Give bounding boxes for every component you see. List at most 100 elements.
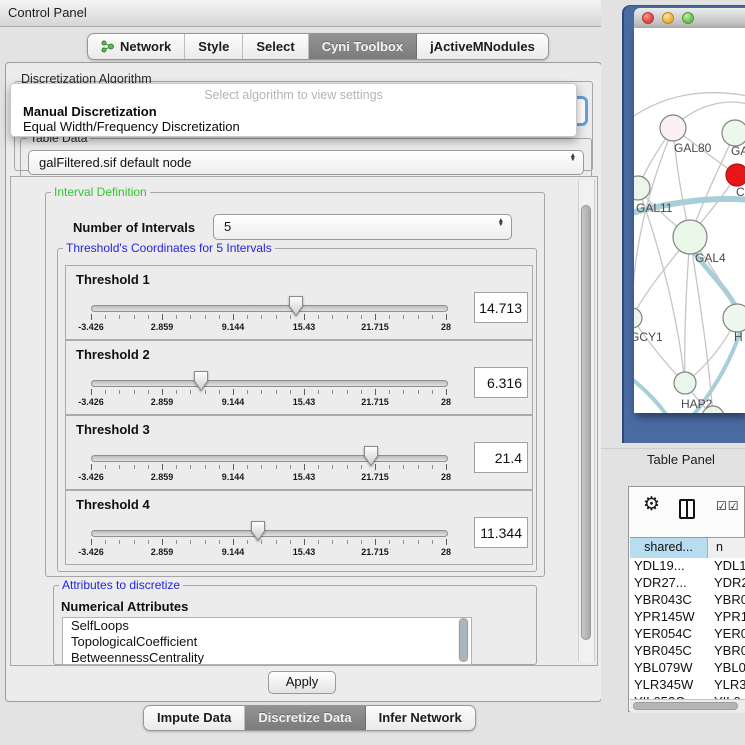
table-horizontal-scrollbar[interactable] <box>630 699 745 713</box>
column-header-name[interactable]: n <box>708 538 745 558</box>
combo-arrows-icon: ▲▼ <box>570 154 576 162</box>
menu-item-manual-discretization[interactable]: Manual Discretization <box>23 104 157 119</box>
control-panel-window: Control Panel ✖ Network Style Select Cyn… <box>0 0 745 745</box>
slider-thumb[interactable] <box>250 520 266 542</box>
tick <box>148 465 149 469</box>
tick <box>361 465 362 469</box>
tick <box>375 539 376 545</box>
select-columns-icon[interactable]: ☑☑ <box>716 499 740 513</box>
network-node[interactable] <box>723 304 745 332</box>
scrollbar-thumb[interactable] <box>633 702 738 710</box>
network-node[interactable] <box>673 220 707 254</box>
table-row[interactable]: YPR145WYPR1 <box>630 609 745 626</box>
attributes-list-scrollbar[interactable] <box>458 618 469 662</box>
zoom-traffic-light-icon[interactable] <box>682 12 694 24</box>
threshold-value-field[interactable]: 21.4 <box>474 442 528 473</box>
tick <box>261 315 262 319</box>
threshold-2-slider[interactable]: -3.4262.8599.14415.4321.71528 <box>91 341 446 414</box>
network-node[interactable] <box>674 372 696 394</box>
tick-label: 2.859 <box>151 472 174 482</box>
threshold-value-field[interactable]: 6.316 <box>474 367 528 398</box>
number-of-intervals-combobox[interactable]: 5 ▲▼ <box>213 214 512 240</box>
table-cell: YBR045C <box>630 643 707 660</box>
table-row[interactable]: YBR045CYBR0 <box>630 643 745 660</box>
menu-item-equal-width-frequency[interactable]: Equal Width/Frequency Discretization <box>23 119 240 134</box>
tab-infer-network[interactable]: Infer Network <box>366 706 475 730</box>
table-cell: YBR043C <box>630 592 707 609</box>
slider-thumb[interactable] <box>288 295 304 317</box>
table-row[interactable]: YDR27...YDR2 <box>630 575 745 592</box>
numerical-attributes-list[interactable]: SelfLoopsTopologicalCoefficientBetweenne… <box>62 617 472 665</box>
tab-style[interactable]: Style <box>185 34 243 59</box>
tick <box>318 390 319 394</box>
tick <box>134 465 135 469</box>
gear-icon[interactable]: ⚙ <box>643 495 660 515</box>
table-row[interactable]: YBR043CYBR0 <box>630 592 745 609</box>
table-rows[interactable]: YDL19...YDL1YDR27...YDR2YBR043CYBR0YPR14… <box>630 558 745 699</box>
algorithm-dropdown-popup: Select algorithm to view settings Manual… <box>10 83 577 137</box>
tick <box>119 390 120 394</box>
tick-label: -3.426 <box>78 322 104 332</box>
tick <box>418 390 419 394</box>
tick <box>446 464 447 470</box>
network-node[interactable] <box>726 164 745 186</box>
table-data-combobox-value: galFiltered.sif default node <box>39 151 191 174</box>
tick <box>389 540 390 544</box>
tick <box>233 464 234 470</box>
tick <box>304 464 305 470</box>
minimize-traffic-light-icon[interactable] <box>662 12 674 24</box>
threshold-1-slider[interactable]: -3.4262.8599.14415.4321.71528 <box>91 266 446 339</box>
slider-thumb[interactable] <box>363 445 379 467</box>
table-cell: YBR0 <box>707 592 745 609</box>
attribute-item[interactable]: SelfLoops <box>63 618 471 634</box>
tick-label: 9.144 <box>222 547 245 557</box>
threshold-coordinates-group-title: Threshold's Coordinates for 5 Intervals <box>63 241 275 255</box>
tick-label: 15.43 <box>293 547 316 557</box>
tick <box>205 315 206 319</box>
threshold-3-slider[interactable]: -3.4262.8599.14415.4321.71528 <box>91 416 446 489</box>
tab-cyni-toolbox[interactable]: Cyni Toolbox <box>309 34 417 59</box>
tab-network[interactable]: Network <box>88 34 185 59</box>
tick <box>403 390 404 394</box>
tick <box>190 390 191 394</box>
column-layout-icon[interactable] <box>679 499 695 519</box>
table-header-row: shared... n <box>630 537 745 559</box>
table-row[interactable]: YDL19...YDL1 <box>630 558 745 575</box>
attribute-item[interactable]: TopologicalCoefficient <box>63 634 471 650</box>
threshold-value-field[interactable]: 14.713 <box>474 292 528 323</box>
table-cell: YDR27... <box>630 575 707 592</box>
tab-jactivemnodules[interactable]: jActiveMNodules <box>417 34 548 59</box>
table-row[interactable]: YBL079WYBL0 <box>630 660 745 677</box>
close-traffic-light-icon[interactable] <box>642 12 654 24</box>
network-node[interactable] <box>634 176 650 200</box>
table-data-combobox[interactable]: galFiltered.sif default node ▲▼ <box>28 150 584 175</box>
threshold-4-slider[interactable]: -3.4262.8599.14415.4321.71528 <box>91 491 446 564</box>
tab-discretize-data[interactable]: Discretize Data <box>245 706 365 730</box>
tick <box>119 315 120 319</box>
table-cell: YDL1 <box>707 558 745 575</box>
tick <box>432 315 433 319</box>
network-edge <box>638 188 685 383</box>
scrollbar-thumb[interactable] <box>459 618 468 662</box>
tick <box>148 390 149 394</box>
table-panel-divider <box>601 448 745 449</box>
network-node[interactable] <box>634 308 642 328</box>
table-panel-title: Table Panel <box>647 452 715 467</box>
network-canvas[interactable]: GAL80GACGAL11GAL4GCY1HHAP2 <box>634 28 745 413</box>
network-node[interactable] <box>660 115 686 141</box>
settings-vertical-scrollbar[interactable] <box>578 180 595 662</box>
network-node[interactable] <box>722 120 745 146</box>
scrollbar-thumb[interactable] <box>581 205 591 640</box>
network-canvas-svg: GAL80GACGAL11GAL4GCY1HHAP2 <box>634 28 745 413</box>
attribute-item[interactable]: BetweennessCentrality <box>63 650 471 665</box>
threshold-value-field[interactable]: 11.344 <box>474 517 528 548</box>
slider-thumb[interactable] <box>193 370 209 392</box>
table-row[interactable]: YLR345WYLR3 <box>630 677 745 694</box>
tab-impute-data[interactable]: Impute Data <box>144 706 245 730</box>
apply-button[interactable]: Apply <box>268 671 336 694</box>
tick-label: 2.859 <box>151 547 174 557</box>
tab-select[interactable]: Select <box>243 34 308 59</box>
column-header-shared-name[interactable]: shared... <box>630 538 708 558</box>
tick <box>134 540 135 544</box>
table-row[interactable]: YER054CYER0 <box>630 626 745 643</box>
